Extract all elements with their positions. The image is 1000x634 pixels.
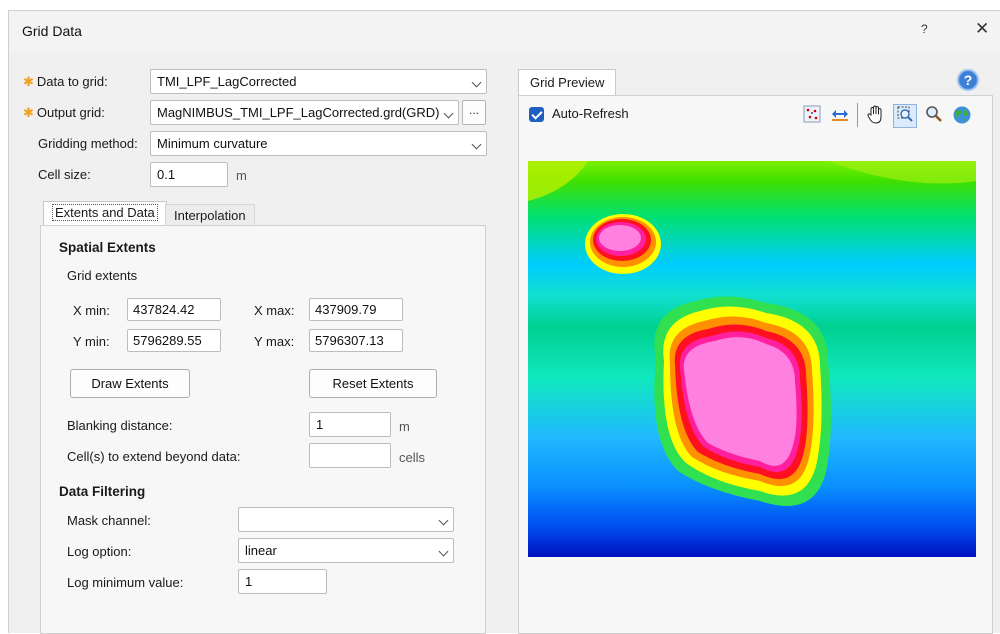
draw-extents-button[interactable]: Draw Extents (70, 369, 190, 398)
tab-grid-preview[interactable]: Grid Preview (518, 69, 617, 95)
gridding-method-select[interactable]: Minimum curvature (150, 131, 487, 156)
close-button[interactable]: ✕ (975, 19, 989, 39)
output-grid-browse-button[interactable]: ... (462, 100, 486, 125)
chevron-down-icon (438, 515, 449, 526)
spatial-extents-heading: Spatial Extents (59, 240, 156, 255)
tab-extents-and-data[interactable]: Extents and Data (43, 201, 167, 225)
chevron-down-icon (471, 77, 482, 88)
chevron-down-icon (471, 139, 482, 150)
extend-cells-input[interactable] (309, 443, 391, 468)
cell-size-label: Cell size: (38, 167, 91, 182)
extend-cells-unit: cells (399, 450, 426, 465)
grid-data-dialog: Grid Data ? ✕ ✱ Data to grid: TMI_LPF_Lag… (8, 10, 1000, 634)
xmax-label: X max: (254, 303, 295, 318)
pan-hand-icon[interactable] (864, 105, 886, 127)
xmin-input[interactable]: 437824.42 (127, 298, 221, 321)
cell-size-input[interactable]: 0.1 (150, 162, 228, 187)
gridding-method-label: Gridding method: (38, 136, 138, 151)
log-minimum-label: Log minimum value: (67, 575, 184, 590)
ymin-label: Y min: (73, 334, 110, 349)
reset-extents-button[interactable]: Reset Extents (309, 369, 437, 398)
fit-width-icon[interactable] (829, 105, 851, 127)
output-grid-label: ✱ Output grid: (23, 105, 105, 120)
dialog-title: Grid Data (22, 23, 82, 39)
log-option-label: Log option: (67, 544, 132, 559)
cell-size-unit: m (236, 168, 247, 183)
required-marker: ✱ (23, 74, 34, 89)
chevron-down-icon (438, 546, 449, 557)
grid-points-icon[interactable] (801, 105, 823, 127)
auto-refresh-checkbox[interactable] (529, 107, 544, 122)
grid-extents-label: Grid extents (67, 268, 138, 283)
mask-channel-label: Mask channel: (67, 513, 151, 528)
required-marker: ✱ (23, 105, 34, 120)
data-to-grid-select[interactable]: TMI_LPF_LagCorrected (150, 69, 487, 94)
help-icon[interactable]: ? (957, 69, 979, 91)
log-option-select[interactable]: linear (238, 538, 454, 563)
xmin-label: X min: (73, 303, 110, 318)
ymin-input[interactable]: 5796289.55 (127, 329, 221, 352)
xmax-input[interactable]: 437909.79 (309, 298, 403, 321)
toolbar-separator (857, 103, 858, 127)
ymax-input[interactable]: 5796307.13 (309, 329, 403, 352)
zoom-region-icon[interactable] (893, 104, 917, 128)
blanking-distance-input[interactable]: 1 (309, 412, 391, 437)
globe-icon[interactable] (951, 105, 973, 127)
data-to-grid-label: ✱ Data to grid: (23, 74, 108, 89)
extend-cells-label: Cell(s) to extend beyond data: (67, 449, 241, 464)
auto-refresh-label: Auto-Refresh (552, 106, 629, 121)
output-grid-select[interactable]: MagNIMBUS_TMI_LPF_LagCorrected.grd(GRD) (150, 100, 459, 125)
chevron-down-icon (443, 108, 454, 119)
data-filtering-heading: Data Filtering (59, 484, 146, 499)
title-bar: Grid Data ? ✕ (9, 11, 1000, 51)
log-minimum-input[interactable]: 1 (238, 569, 327, 594)
mask-channel-select[interactable] (238, 507, 454, 532)
grid-preview-image[interactable] (528, 161, 976, 557)
ymax-label: Y max: (254, 334, 295, 349)
help-title-button[interactable]: ? (921, 22, 928, 36)
blanking-distance-label: Blanking distance: (67, 418, 173, 433)
zoom-icon[interactable] (923, 105, 945, 127)
blanking-distance-unit: m (399, 419, 410, 434)
